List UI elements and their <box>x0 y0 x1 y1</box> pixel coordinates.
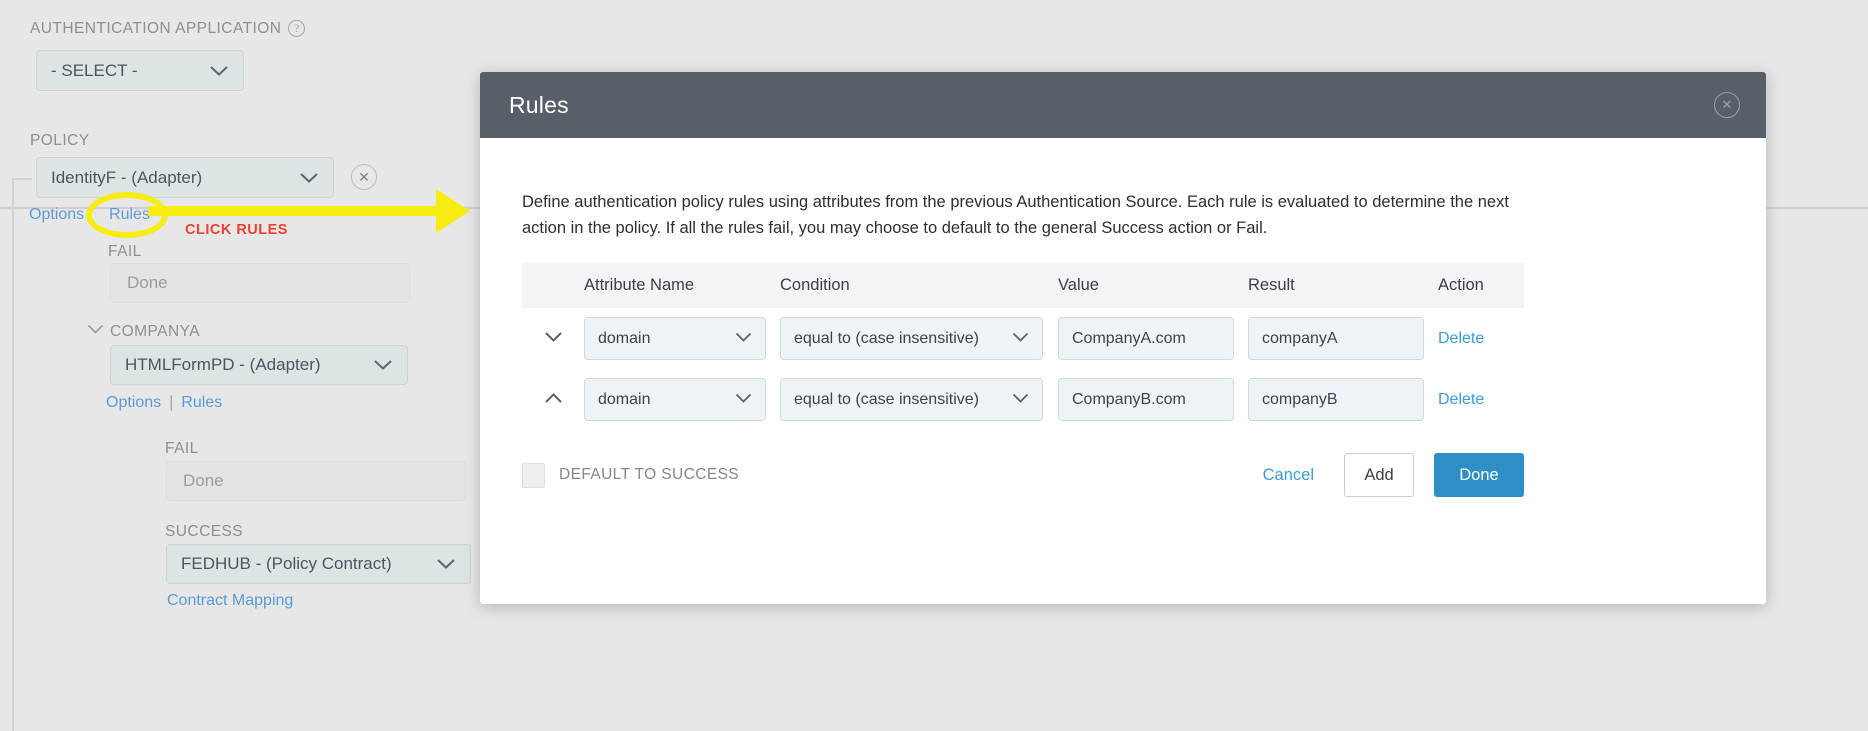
companya-options-link[interactable]: Options <box>106 394 161 411</box>
tree-connector-horizontal <box>12 178 32 180</box>
value-cell: CompanyB.com <box>1058 369 1248 430</box>
row-collapse-toggle[interactable] <box>522 369 584 430</box>
default-to-success-checkbox[interactable] <box>522 462 545 488</box>
rules-modal-footer: DEFAULT TO SUCCESS Cancel Add Done <box>522 453 1524 498</box>
auth-application-select[interactable]: - SELECT - <box>36 50 244 91</box>
chevron-down-icon <box>1012 391 1029 409</box>
column-header-value: Value <box>1058 263 1248 309</box>
auth-application-value: - SELECT - <box>51 60 138 80</box>
annotation-arrow-line <box>148 206 438 216</box>
column-header-toggle <box>522 263 584 309</box>
result-input[interactable]: companyB <box>1248 378 1424 422</box>
chevron-down-icon[interactable] <box>544 330 563 347</box>
rules-table-header-row: Attribute Name Condition Value Result Ac… <box>522 263 1524 309</box>
action-cell: Delete <box>1438 369 1524 430</box>
column-header-result: Result <box>1248 263 1438 309</box>
contract-mapping-link[interactable]: Contract Mapping <box>167 592 293 610</box>
fail-label-1: FAIL <box>108 243 142 260</box>
rules-modal: Rules ✕ Define authentication policy rul… <box>480 72 1766 604</box>
app-root: AUTHENTICATION APPLICATION? - SELECT - P… <box>0 0 1868 731</box>
companya-label: COMPANYA <box>110 323 201 340</box>
annotation-arrow-head <box>436 189 470 233</box>
chevron-down-icon <box>1012 330 1029 348</box>
attribute-name-cell: domain <box>584 308 780 369</box>
remove-policy-button[interactable]: ✕ <box>351 164 377 190</box>
table-row: domain equal to (case insensitive) Compa… <box>522 369 1524 430</box>
action-cell: Delete <box>1438 308 1524 369</box>
chevron-down-icon <box>735 330 752 348</box>
result-cell: companyA <box>1248 308 1438 369</box>
success-value: FEDHUB - (Policy Contract) <box>181 554 392 573</box>
result-input[interactable]: companyA <box>1248 317 1424 361</box>
policy-label: POLICY <box>30 132 90 149</box>
default-to-success-label: DEFAULT TO SUCCESS <box>559 466 740 484</box>
value-input[interactable]: CompanyB.com <box>1058 378 1234 422</box>
result-cell: companyB <box>1248 369 1438 430</box>
attribute-name-select[interactable]: domain <box>584 317 766 361</box>
chevron-down-icon <box>209 65 229 77</box>
companya-select[interactable]: HTMLFormPD - (Adapter) <box>110 345 408 385</box>
row-expand-toggle[interactable] <box>522 308 584 369</box>
policy-options-link[interactable]: Options <box>29 206 84 223</box>
condition-cell: equal to (case insensitive) <box>780 369 1058 430</box>
condition-select[interactable]: equal to (case insensitive) <box>780 317 1043 361</box>
condition-select[interactable]: equal to (case insensitive) <box>780 378 1043 422</box>
attribute-name-cell: domain <box>584 369 780 430</box>
rules-modal-body: Define authentication policy rules using… <box>480 138 1766 498</box>
rules-table: Attribute Name Condition Value Result Ac… <box>522 263 1524 430</box>
rules-modal-header: Rules ✕ <box>480 72 1766 138</box>
rules-modal-title: Rules <box>509 91 569 118</box>
chevron-down-icon <box>299 172 319 184</box>
auth-application-label: AUTHENTICATION APPLICATION? <box>30 20 306 38</box>
fail-label-2: FAIL <box>165 440 199 457</box>
rules-description: Define authentication policy rules using… <box>522 193 1509 237</box>
fail-value-1: Done <box>110 263 410 303</box>
footer-actions: Cancel Add Done <box>1263 453 1524 498</box>
fail-value-2: Done <box>166 461 466 501</box>
column-header-action: Action <box>1438 263 1524 309</box>
chevron-down-icon <box>735 391 752 409</box>
column-header-attribute-name: Attribute Name <box>584 263 780 309</box>
success-select[interactable]: FEDHUB - (Policy Contract) <box>166 544 471 584</box>
help-icon[interactable]: ? <box>288 20 306 37</box>
chevron-down-icon-companya[interactable] <box>87 322 104 340</box>
annotation-highlight-ellipse <box>86 192 168 238</box>
delete-rule-link[interactable]: Delete <box>1438 330 1484 347</box>
companya-links: Options | Rules <box>106 394 222 412</box>
link-separator: | <box>169 394 174 411</box>
add-button[interactable]: Add <box>1344 453 1414 498</box>
close-icon[interactable]: ✕ <box>1714 92 1740 118</box>
policy-select[interactable]: IdentityF - (Adapter) <box>36 157 334 198</box>
tree-connector-vertical <box>12 178 14 731</box>
companya-value: HTMLFormPD - (Adapter) <box>125 355 321 374</box>
done-button[interactable]: Done <box>1434 453 1524 498</box>
cancel-button[interactable]: Cancel <box>1263 466 1314 485</box>
annotation-callout-text: CLICK RULES <box>185 222 288 238</box>
condition-cell: equal to (case insensitive) <box>780 308 1058 369</box>
attribute-name-select[interactable]: domain <box>584 378 766 422</box>
policy-value: IdentityF - (Adapter) <box>51 167 203 187</box>
value-input[interactable]: CompanyA.com <box>1058 317 1234 361</box>
delete-rule-link[interactable]: Delete <box>1438 391 1484 408</box>
column-header-condition: Condition <box>780 263 1058 309</box>
table-row: domain equal to (case insensitive) Compa… <box>522 308 1524 369</box>
chevron-down-icon <box>436 558 456 570</box>
companya-rules-link[interactable]: Rules <box>181 394 222 411</box>
success-label: SUCCESS <box>165 523 244 540</box>
chevron-up-icon[interactable] <box>544 391 563 408</box>
value-cell: CompanyA.com <box>1058 308 1248 369</box>
chevron-down-icon <box>373 359 393 371</box>
